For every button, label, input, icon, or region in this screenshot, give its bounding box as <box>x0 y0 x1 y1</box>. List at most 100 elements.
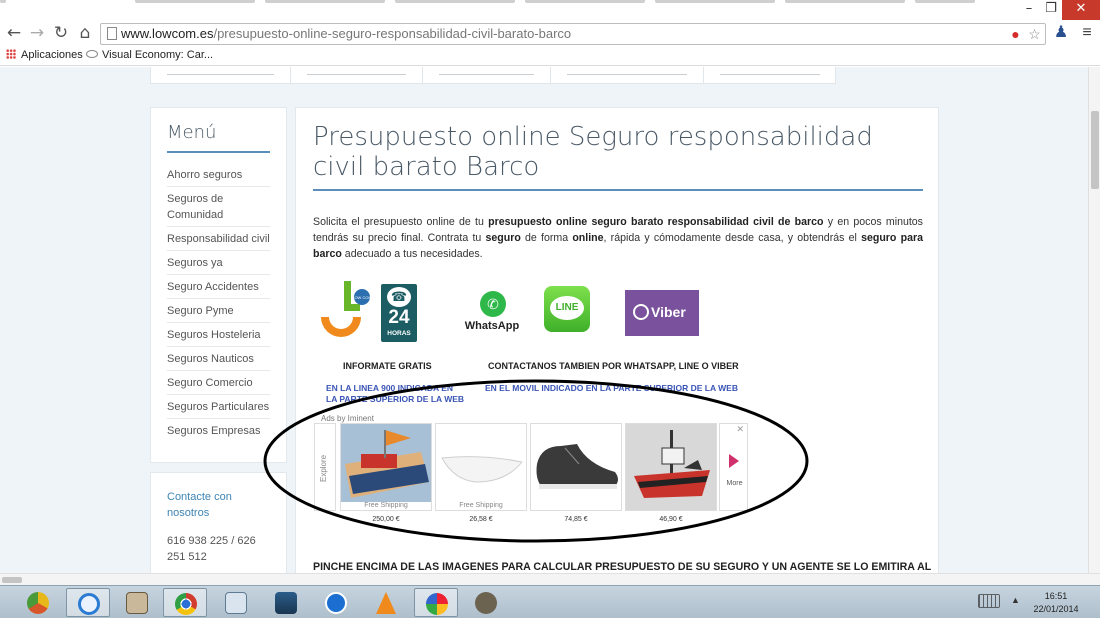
ad-card[interactable]: Free Shipping <box>340 423 432 511</box>
bookmark-apps[interactable]: Aplicaciones <box>6 49 83 61</box>
forward-icon[interactable]: → <box>26 23 48 45</box>
tab-stub[interactable] <box>525 0 645 3</box>
scrollbar-thumb[interactable] <box>1091 111 1099 189</box>
reload-icon[interactable]: ↻ <box>50 23 72 45</box>
lowcom-logo[interactable]: LOW COM <box>317 279 372 341</box>
sidebar-item-seguros-nauticos[interactable]: Seguros Nauticos <box>167 351 270 371</box>
tab-stub[interactable] <box>0 0 6 3</box>
explore-tab[interactable]: Explore <box>314 423 336 511</box>
tab-strip: – ❐ ✕ <box>0 0 1100 22</box>
taskbar-internet-explorer[interactable] <box>66 588 110 617</box>
menu-divider <box>167 151 270 153</box>
taskbar-chrome[interactable] <box>163 588 207 617</box>
browser-toolbar: ← → ↻ ⌂ www.lowcom.es/presupuesto-online… <box>0 22 1100 46</box>
taskbar-paint[interactable] <box>414 588 458 617</box>
taskbar: ▲ 16:51 22/01/2014 <box>0 585 1100 618</box>
phone-icon: ☎ <box>387 287 411 307</box>
taskbar-gimp[interactable] <box>464 588 508 617</box>
bookmark-visual-economy[interactable]: Visual Economy: Car... <box>86 49 213 61</box>
back-icon[interactable]: ← <box>3 23 25 45</box>
teamviewer-icon <box>325 592 347 614</box>
menu-title: Menú <box>167 122 217 143</box>
topnav-item[interactable] <box>151 67 291 83</box>
intro-bold: seguro <box>485 232 521 244</box>
vertical-scrollbar[interactable] <box>1088 67 1100 573</box>
intro-paragraph: Solicita el presupuesto online de tu pre… <box>313 214 923 262</box>
tab-stub[interactable] <box>265 0 385 3</box>
horizontal-scrollbar[interactable] <box>0 573 1100 585</box>
tab-stub[interactable] <box>395 0 515 3</box>
tray-expand-icon[interactable]: ▲ <box>1011 595 1020 605</box>
sidebar-item-responsabilidad-civil[interactable]: Responsabilidad civil <box>167 231 270 251</box>
ad-price: 26,58 € <box>469 516 493 523</box>
sublink-line: EN LA LINEA 900 INDICADA EN <box>326 383 454 393</box>
ads-label: Ads by Iminent <box>321 414 374 423</box>
ad-card[interactable] <box>625 423 717 511</box>
ad-card[interactable]: Free Shipping <box>435 423 527 511</box>
minimize-button[interactable]: – <box>1018 0 1040 20</box>
tab-stub[interactable] <box>655 0 775 3</box>
tab-stub[interactable] <box>135 0 255 3</box>
clock-time[interactable]: 16:51 <box>1030 591 1082 601</box>
extension-chat-icon[interactable]: ● <box>1007 26 1024 43</box>
more-button[interactable]: ✕ More <box>719 423 748 511</box>
explore-label: Explore <box>319 454 328 482</box>
topnav-item[interactable] <box>704 67 836 83</box>
sublink-linea-900[interactable]: EN LA LINEA 900 INDICADA EN LA PARTE SUPE… <box>326 383 464 405</box>
url-text[interactable]: www.lowcom.es/presupuesto-online-seguro-… <box>121 26 571 41</box>
page-viewport: Menú Ahorro seguros Seguros de Comunidad… <box>0 67 1088 573</box>
sublink-line: LA PARTE SUPERIOR DE LA WEB <box>326 394 465 404</box>
movie-maker-icon <box>275 592 297 614</box>
tab-stub[interactable] <box>785 0 905 3</box>
viber-label: Viber <box>651 304 686 320</box>
sidebar-item-seguro-accidentes[interactable]: Seguro Accidentes <box>167 279 270 299</box>
topnav-item[interactable] <box>291 67 423 83</box>
instruction-text: PINCHE ENCIMA DE LAS IMAGENES PARA CALCU… <box>313 561 932 573</box>
ad-shipping: Free Shipping <box>459 502 503 509</box>
title-divider <box>313 189 923 191</box>
address-bar[interactable]: www.lowcom.es/presupuesto-online-seguro-… <box>100 23 1046 45</box>
taskbar-vlc[interactable] <box>364 588 408 617</box>
home-icon[interactable]: ⌂ <box>74 23 96 45</box>
whatsapp-logo[interactable]: ✆ WhatsApp <box>464 291 520 335</box>
black-boat-shoe-image <box>531 424 621 510</box>
keyboard-icon[interactable] <box>978 594 1000 608</box>
scrollbar-thumb[interactable] <box>2 577 22 583</box>
intro-bold: presupuesto online seguro barato respons… <box>488 216 824 228</box>
taskbar-chrome-canary[interactable] <box>16 588 60 617</box>
close-ads-icon[interactable]: ✕ <box>736 424 744 435</box>
clock-date[interactable]: 22/01/2014 <box>1030 604 1082 614</box>
menu-icon[interactable]: ≡ <box>1076 23 1098 45</box>
sidebar-item-seguros-hosteleria[interactable]: Seguros Hosteleria <box>167 327 270 347</box>
taskbar-calculator[interactable] <box>214 588 258 617</box>
sublink-movil[interactable]: EN EL MOVIL INDICADO EN LA PARTE SUPERIO… <box>485 383 738 394</box>
topnav-item[interactable] <box>423 67 551 83</box>
sidebar-item-seguro-pyme[interactable]: Seguro Pyme <box>167 303 270 323</box>
close-button[interactable]: ✕ <box>1062 0 1100 20</box>
user-profile-icon[interactable]: ♟ <box>1050 23 1072 45</box>
bookmark-star-icon[interactable]: ☆ <box>1026 26 1043 43</box>
svg-text:LOW COM: LOW COM <box>352 295 371 300</box>
topnav-item[interactable] <box>551 67 704 83</box>
sidebar-item-seguros-comunidad[interactable]: Seguros de Comunidad <box>167 191 270 227</box>
notepad-icon <box>126 592 148 614</box>
ad-card[interactable] <box>530 423 622 511</box>
contact-link[interactable]: Contacte con nosotros <box>167 489 271 521</box>
taskbar-movie-maker[interactable] <box>264 588 308 617</box>
calculator-icon <box>225 592 247 614</box>
viber-logo[interactable]: Viber <box>625 290 699 336</box>
tab-stub[interactable] <box>915 0 975 3</box>
whatsapp-icon: ✆ <box>480 291 506 317</box>
taskbar-teamviewer[interactable] <box>314 588 358 617</box>
sidebar-item-seguros-particulares[interactable]: Seguros Particulares <box>167 399 270 419</box>
contact-phone: 616 938 225 / 626 251 512 <box>167 535 256 563</box>
restore-button[interactable]: ❐ <box>1040 0 1062 20</box>
page-icon <box>107 27 117 40</box>
sidebar-item-seguros-empresas[interactable]: Seguros Empresas <box>167 423 270 442</box>
sidebar-item-ahorro-seguros[interactable]: Ahorro seguros <box>167 167 270 187</box>
sidebar-item-seguros-ya[interactable]: Seguros ya <box>167 255 270 275</box>
line-logo[interactable]: LINE <box>544 286 590 332</box>
taskbar-notepad[interactable] <box>115 588 159 617</box>
24-horas-logo[interactable]: ☎ 24 HORAS <box>381 284 417 342</box>
sidebar-item-seguro-comercio[interactable]: Seguro Comercio <box>167 375 270 395</box>
